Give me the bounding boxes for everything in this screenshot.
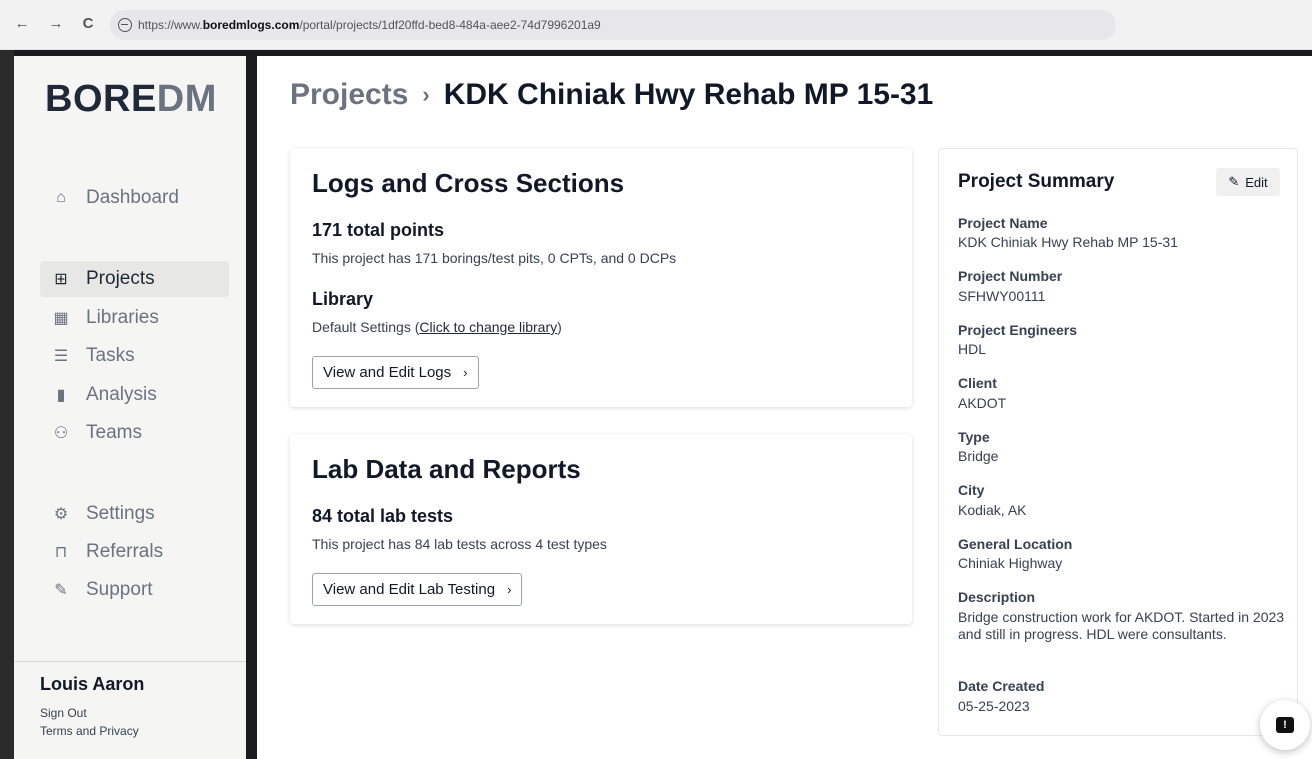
field-label-client: Client xyxy=(958,375,997,391)
url-domain: boredmlogs.com xyxy=(202,18,300,32)
breadcrumb-projects-link[interactable]: Projects xyxy=(290,78,408,112)
lab-card: Lab Data and Reports 84 total lab tests … xyxy=(290,434,912,624)
gear-icon: ⚙ xyxy=(53,506,69,523)
main-content: Projects › KDK Chiniak Hwy Rehab MP 15-3… xyxy=(257,56,1312,759)
sidebar-item-label: Teams xyxy=(86,422,142,443)
field-label-city: City xyxy=(958,482,985,498)
reload-button[interactable]: C xyxy=(80,12,96,36)
field-label-description: Description xyxy=(958,589,1036,605)
forward-button[interactable]: → xyxy=(48,12,64,36)
edit-button[interactable]: ✎ Edit xyxy=(1216,168,1280,196)
chevron-right-icon: › xyxy=(422,82,430,107)
lab-tests-heading: 84 total lab tests xyxy=(312,506,454,526)
page-title: KDK Chiniak Hwy Rehab MP 15-31 xyxy=(443,78,934,111)
breadcrumb: Projects › KDK Chiniak Hwy Rehab MP 15-3… xyxy=(290,78,933,112)
gift-icon: ⊓ xyxy=(54,544,68,561)
field-label-project-number: Project Number xyxy=(958,268,1063,284)
back-button[interactable]: ← xyxy=(14,12,30,36)
chevron-right-icon: › xyxy=(463,365,468,380)
sidebar-item-label: Settings xyxy=(86,503,155,524)
field-value-general-location: Chiniak Highway xyxy=(958,555,1063,571)
sidebar-item-label: Analysis xyxy=(86,384,157,405)
project-summary-panel: Project Summary ✎ Edit Project Name KDK … xyxy=(938,148,1298,736)
field-label-project-name: Project Name xyxy=(958,215,1048,231)
field-value-city: Kodiak, AK xyxy=(958,502,1027,518)
field-value-type: Bridge xyxy=(958,448,999,464)
field-value-client: AKDOT xyxy=(958,395,1007,411)
sidebar-item-libraries[interactable]: ▦ Libraries xyxy=(40,300,229,336)
user-name: Louis Aaron xyxy=(40,674,145,694)
sidebar-item-label: Dashboard xyxy=(86,187,179,208)
projects-icon: ⊞ xyxy=(54,271,68,288)
field-label-date-created: Date Created xyxy=(958,678,1045,694)
lab-tests-description: This project has 84 lab tests across 4 t… xyxy=(312,536,607,552)
sidebar-item-label: Referrals xyxy=(86,541,164,562)
teams-icon: ⚇ xyxy=(53,425,69,442)
analysis-icon: ▮ xyxy=(56,387,66,404)
chat-icon: ! xyxy=(1276,717,1294,733)
chevron-right-icon: › xyxy=(507,582,512,597)
sidebar-item-tasks[interactable]: ☰ Tasks xyxy=(40,338,229,374)
sidebar-item-label: Projects xyxy=(86,268,155,289)
field-value-project-number: SFHWY00111 xyxy=(958,288,1046,304)
site-info-icon[interactable] xyxy=(118,18,132,32)
points-heading: 171 total points xyxy=(312,220,445,240)
home-icon: ⌂ xyxy=(56,189,66,206)
browser-toolbar: ← → C https://www.boredmlogs.com/portal/… xyxy=(0,0,1312,50)
view-edit-lab-testing-button[interactable]: View and Edit Lab Testing › xyxy=(312,573,523,606)
sign-out-link[interactable]: Sign Out xyxy=(40,706,87,720)
field-value-description: Bridge construction work for AKDOT. Star… xyxy=(958,609,1285,642)
field-value-date-created: 05-25-2023 xyxy=(958,698,1030,714)
field-value-project-name: KDK Chiniak Hwy Rehab MP 15-31 xyxy=(958,234,1178,250)
url-path: /portal/projects/1df20ffd-bed8-484a-aee2… xyxy=(299,18,601,32)
sidebar-item-analysis[interactable]: ▮ Analysis xyxy=(40,377,229,413)
sidebar-divider xyxy=(14,661,246,662)
sidebar-item-teams[interactable]: ⚇ Teams xyxy=(40,415,229,451)
tasks-icon: ☰ xyxy=(53,348,69,365)
sidebar-item-settings[interactable]: ⚙ Settings xyxy=(40,496,229,532)
field-value-project-engineers: HDL xyxy=(958,341,987,357)
sidebar-item-label: Support xyxy=(86,579,153,600)
sidebar: BOREDM ⌂ Dashboard ⊞ Projects ▦ Librarie… xyxy=(14,56,246,759)
url-prefix: https://www. xyxy=(138,18,203,32)
wrench-icon: ✎ xyxy=(54,582,68,599)
logs-card-title: Logs and Cross Sections xyxy=(312,168,625,198)
sidebar-item-support[interactable]: ✎ Support xyxy=(40,572,229,608)
terms-link[interactable]: Terms and Privacy xyxy=(40,724,139,738)
library-description: Default Settings (Click to change librar… xyxy=(312,319,562,335)
logs-card: Logs and Cross Sections 171 total points… xyxy=(290,148,912,407)
sidebar-item-label: Tasks xyxy=(86,345,135,366)
chat-button[interactable]: ! xyxy=(1260,700,1310,750)
summary-title: Project Summary xyxy=(958,171,1115,192)
library-heading: Library xyxy=(312,289,374,309)
edit-label: Edit xyxy=(1245,174,1268,190)
view-edit-logs-button[interactable]: View and Edit Logs › xyxy=(312,356,479,389)
sidebar-item-projects[interactable]: ⊞ Projects xyxy=(40,261,229,297)
logo[interactable]: BOREDM xyxy=(45,78,217,121)
field-label-project-engineers: Project Engineers xyxy=(958,322,1078,338)
window-edge xyxy=(0,50,14,759)
libraries-icon: ▦ xyxy=(53,310,69,327)
field-label-general-location: General Location xyxy=(958,536,1073,552)
address-bar[interactable]: https://www.boredmlogs.com/portal/projec… xyxy=(110,10,1116,40)
button-label: View and Edit Lab Testing xyxy=(323,581,496,598)
button-label: View and Edit Logs xyxy=(323,364,452,381)
sidebar-item-referrals[interactable]: ⊓ Referrals xyxy=(40,534,229,570)
sidebar-item-label: Libraries xyxy=(86,307,159,328)
field-label-type: Type xyxy=(958,429,990,445)
pencil-icon: ✎ xyxy=(1228,174,1240,189)
points-description: This project has 171 borings/test pits, … xyxy=(312,250,677,266)
sidebar-item-dashboard[interactable]: ⌂ Dashboard xyxy=(40,180,229,216)
change-library-link[interactable]: Click to change library xyxy=(419,319,557,335)
lab-card-title: Lab Data and Reports xyxy=(312,454,581,484)
